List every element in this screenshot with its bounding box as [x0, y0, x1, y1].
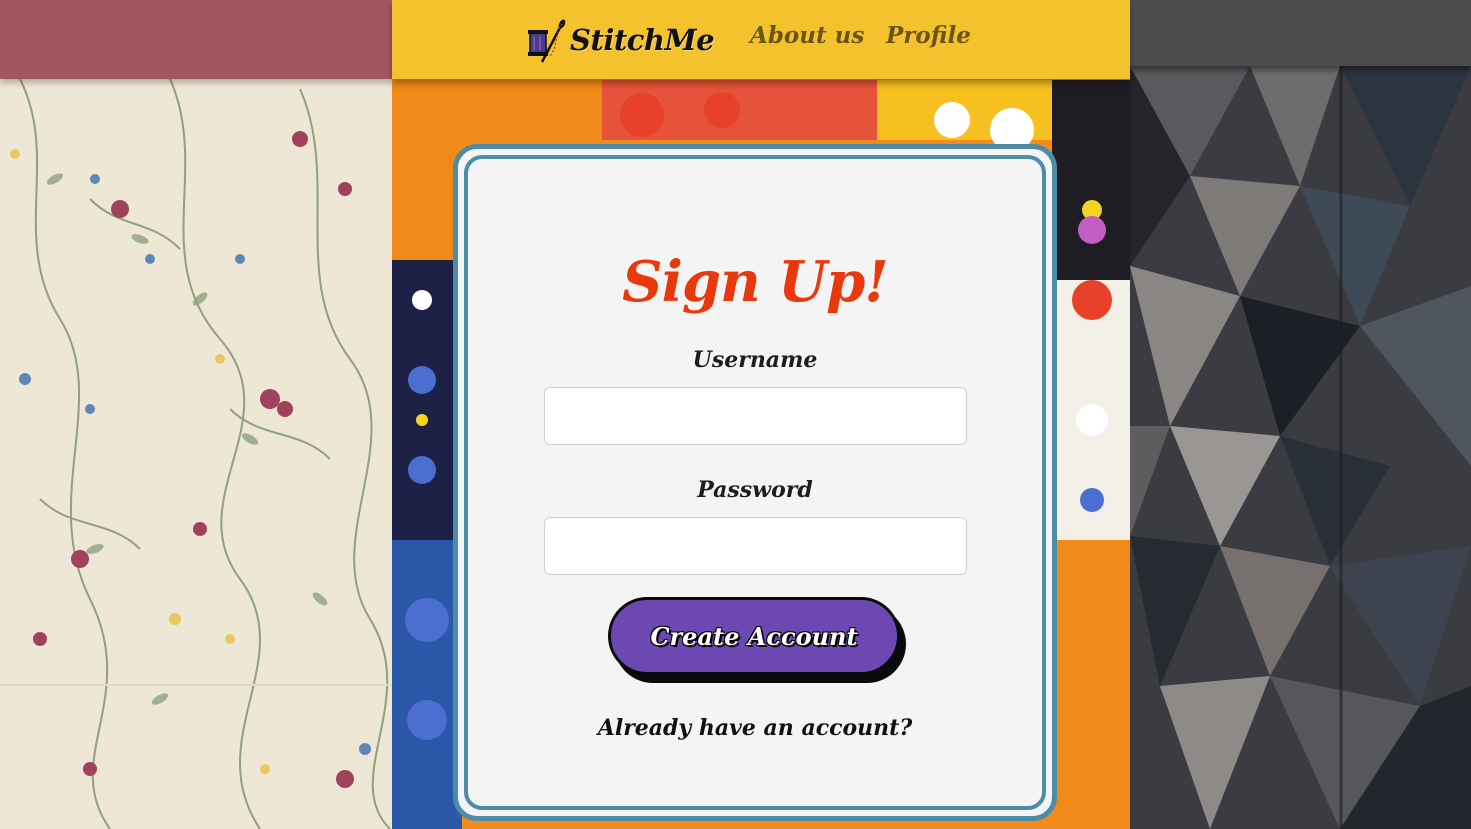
signup-card: Sign Up! Username Password Create Accoun… — [453, 144, 1057, 821]
nav-profile-link[interactable]: Profile — [886, 22, 971, 49]
signup-card-inner: Sign Up! Username Password Create Accoun… — [464, 155, 1046, 810]
password-input[interactable] — [544, 517, 967, 575]
left-header-bar — [0, 0, 392, 79]
needle-and-thread-icon — [528, 19, 566, 63]
right-header-bar — [1130, 0, 1471, 66]
username-input[interactable] — [544, 387, 967, 445]
brand-name: StitchMe — [570, 23, 715, 57]
top-navbar: StitchMe About us Profile — [392, 0, 1130, 79]
username-label: Username — [692, 347, 818, 373]
brand-logo-link[interactable]: StitchMe — [524, 16, 715, 64]
signup-title: Sign Up! — [622, 249, 889, 315]
geometric-background-image — [1130, 66, 1471, 829]
password-label: Password — [697, 477, 813, 503]
nav-about-us-link[interactable]: About us — [750, 22, 864, 49]
floral-wallpaper-image — [0, 79, 392, 829]
already-have-account-link[interactable]: Already have an account? — [468, 715, 1042, 741]
create-account-button-wrapper: Create Account — [608, 597, 908, 685]
left-background-panel — [0, 0, 392, 829]
right-background-panel — [1130, 0, 1471, 829]
create-account-button[interactable]: Create Account — [608, 597, 900, 675]
